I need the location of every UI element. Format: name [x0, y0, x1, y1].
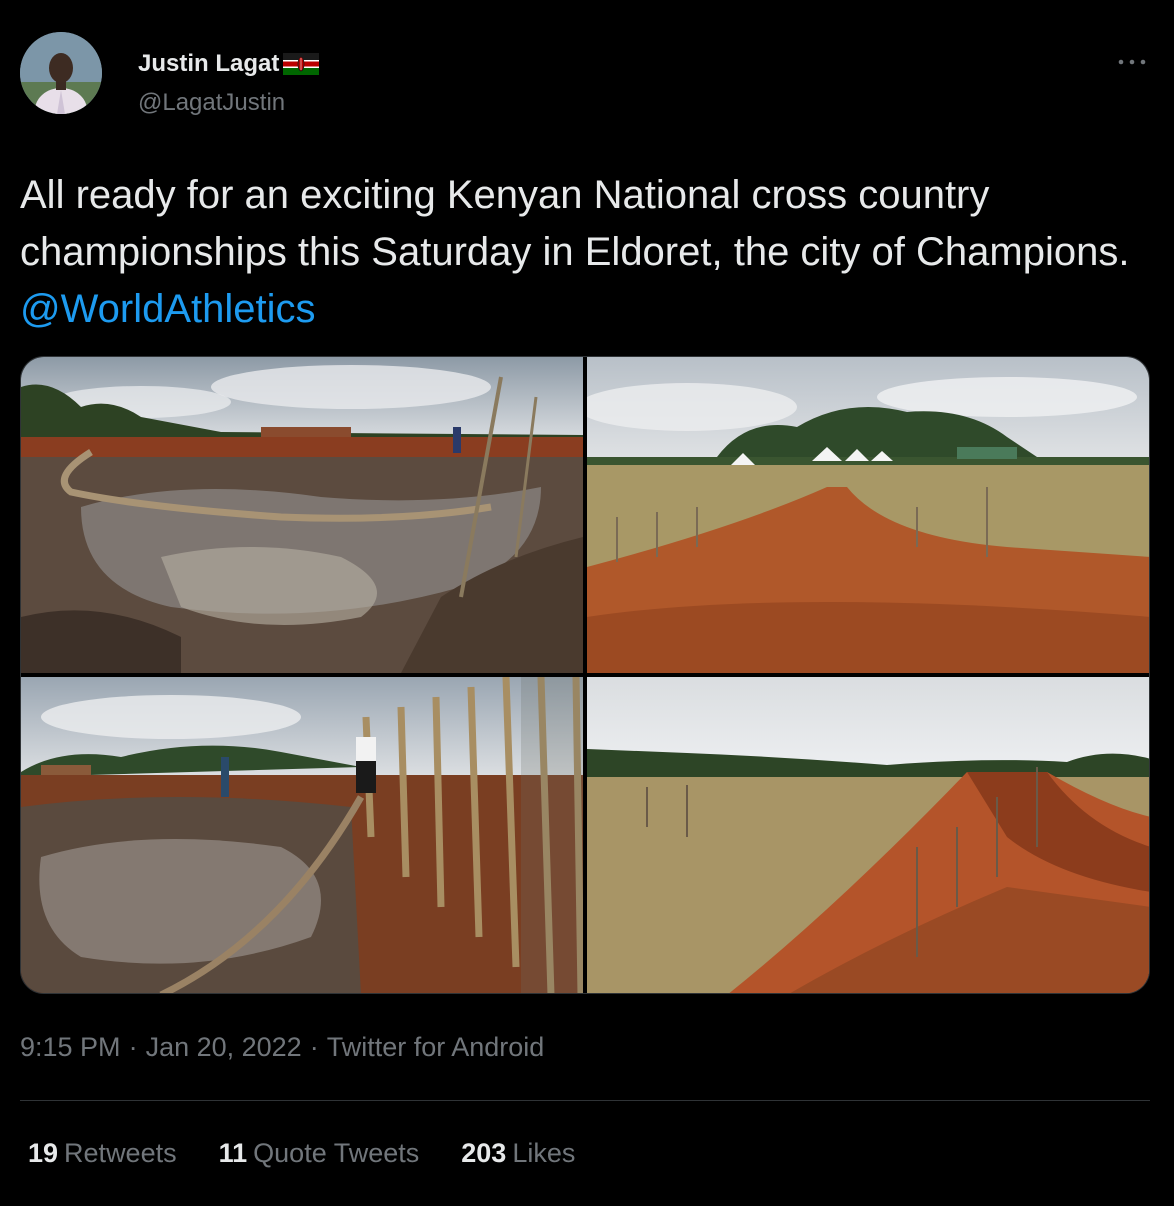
likes-stat[interactable]: 203 Likes: [461, 1136, 575, 1170]
tweet-metadata: 9:15 PM · Jan 20, 2022 · Twitter for Android: [20, 1030, 544, 1064]
quote-tweets-count: 11: [218, 1138, 248, 1168]
media-grid: [20, 356, 1150, 994]
author-display-name[interactable]: Justin Lagat: [138, 48, 279, 80]
kenya-flag-icon: [283, 53, 320, 75]
tweet-card: Justin Lagat @LagatJustin All ready for …: [0, 0, 1174, 1206]
dirt-mound-image: [587, 677, 1149, 993]
tweet-date[interactable]: Jan 20, 2022: [146, 1032, 302, 1062]
author-avatar[interactable]: [20, 32, 102, 114]
more-dots-icon: [1118, 59, 1146, 65]
tweet-body: All ready for an exciting Kenyan Nationa…: [20, 173, 1130, 274]
retweets-count: 19: [28, 1138, 59, 1168]
likes-label: Likes: [512, 1138, 576, 1168]
meta-separator-1: ·: [128, 1032, 138, 1062]
tweet-text: All ready for an exciting Kenyan Nationa…: [20, 167, 1150, 338]
fence-workers-image: [21, 677, 583, 993]
meta-separator-2: ·: [309, 1032, 319, 1062]
author-name-row[interactable]: Justin Lagat: [138, 48, 320, 80]
quote-tweets-label: Quote Tweets: [253, 1138, 420, 1168]
mention-link[interactable]: @WorldAthletics: [20, 287, 316, 331]
retweets-stat[interactable]: 19 Retweets: [28, 1136, 177, 1170]
photo-4[interactable]: [587, 677, 1149, 993]
stats-divider: [20, 1100, 1150, 1101]
avatar-photo: [20, 32, 102, 114]
more-options-button[interactable]: [1112, 46, 1152, 78]
tweet-time[interactable]: 9:15 PM: [20, 1032, 121, 1062]
photo-2[interactable]: [587, 357, 1149, 673]
author-handle[interactable]: @LagatJustin: [138, 88, 285, 118]
retweets-label: Retweets: [64, 1138, 177, 1168]
tweet-source[interactable]: Twitter for Android: [327, 1032, 545, 1062]
muddy-field-image: [21, 357, 583, 673]
quote-tweets-stat[interactable]: 11 Quote Tweets: [219, 1136, 420, 1170]
tweet-stats: 19 Retweets 11 Quote Tweets 203 Likes: [28, 1136, 617, 1170]
photo-1[interactable]: [21, 357, 583, 673]
photo-3[interactable]: [21, 677, 583, 993]
dirt-track-tents-image: [587, 357, 1149, 673]
likes-count: 203: [461, 1138, 507, 1168]
